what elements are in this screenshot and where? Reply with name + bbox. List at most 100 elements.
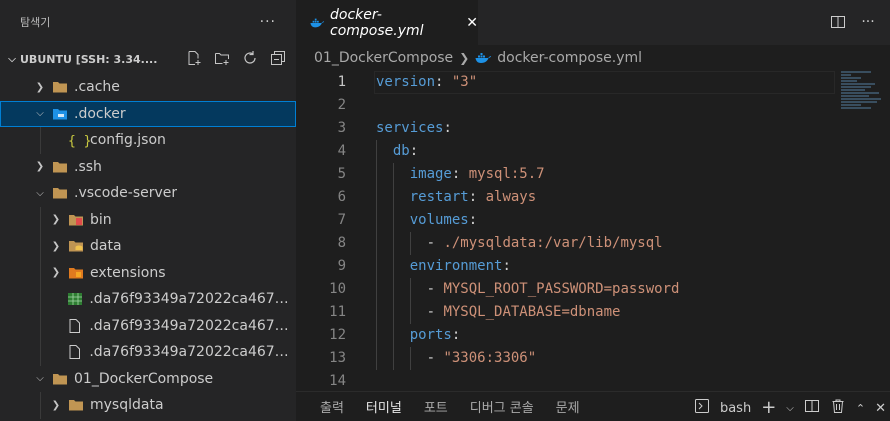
yaml-value: "3306:3306" [443, 350, 537, 366]
docker-whale-icon [475, 53, 492, 63]
code-line-content: - ./mysqldata:/var/lib/mysql [376, 232, 663, 255]
data-folder-icon [68, 239, 84, 253]
panel-tabs: 출력 터미널 포트 디버그 콘솔 문제 bash + ⌵ ⌃ ✕ [296, 391, 890, 421]
yaml-key: services [376, 120, 444, 136]
close-panel-icon[interactable]: ✕ [875, 401, 886, 416]
code-line-content: ports: [376, 324, 461, 347]
yaml-punct: - [376, 350, 444, 366]
yaml-value: always [485, 189, 537, 205]
docker-folder-icon [52, 107, 68, 121]
yaml-punct [376, 189, 410, 205]
yaml-key: version [376, 74, 436, 90]
add-terminal-icon[interactable]: + [761, 399, 776, 417]
yaml-value: "3" [451, 74, 478, 90]
minimap[interactable] [841, 71, 881, 121]
tab-output[interactable]: 출력 [320, 397, 344, 416]
yaml-value: ./mysqldata:/var/lib/mysql [443, 235, 663, 251]
line-number: 9 [337, 258, 346, 274]
tab-terminal[interactable]: 터미널 [366, 397, 402, 416]
tree-item[interactable]: .da76f93349a72022ca4670c... [0, 339, 296, 366]
new-file-icon[interactable] [186, 50, 202, 66]
chevron-down-icon[interactable]: ⌵ [786, 403, 794, 414]
code-line: 4 db: [296, 140, 890, 163]
tree-item[interactable]: ⌵ .docker [0, 100, 296, 127]
json-file-icon: { } [68, 134, 92, 150]
file-icon [67, 318, 83, 333]
yaml-punct: - [376, 281, 444, 297]
tree-item[interactable]: ❯ bin [0, 206, 296, 233]
line-number: 8 [337, 235, 346, 251]
code-line: 2 [296, 94, 890, 117]
workspace-root[interactable]: ⌵ UBUNTU [SSH: 3.34.... [0, 44, 296, 74]
tree-item[interactable]: { } config.json [0, 127, 296, 154]
indent-guide [40, 259, 41, 286]
tab-debug-console[interactable]: 디버그 콘솔 [470, 397, 534, 416]
breadcrumb-file[interactable]: docker-compose.yml [497, 50, 642, 66]
more-actions-icon[interactable]: ··· [860, 14, 876, 30]
chevron-down-icon: ⌵ [36, 187, 44, 199]
terminal-icon [694, 398, 710, 418]
code-line-content: - MYSQL_DATABASE=dbname [376, 301, 621, 324]
line-number: 7 [337, 212, 346, 228]
yaml-value: MYSQL_ROOT_PASSWORD=password [443, 281, 680, 297]
code-line: 10 - MYSQL_ROOT_PASSWORD=password [296, 278, 890, 301]
line-number: 2 [337, 97, 346, 113]
folder-icon [68, 398, 84, 412]
folder-icon [52, 160, 68, 174]
yaml-punct: : [443, 120, 452, 136]
code-line-content: services: [376, 117, 452, 140]
yaml-punct: : [451, 327, 461, 343]
code-line: 5 image: mysql:5.7 [296, 163, 890, 186]
chevron-right-icon: ❯ [35, 161, 45, 173]
more-actions-icon[interactable]: ··· [260, 14, 276, 30]
tree-item-label: 01_DockerCompose [74, 370, 214, 387]
code-line-content: db: [376, 140, 418, 163]
yaml-punct [376, 212, 410, 228]
tab-problems[interactable]: 문제 [556, 397, 580, 416]
line-number: 13 [329, 350, 346, 366]
split-editor-icon[interactable] [830, 14, 846, 30]
tab-docker-compose[interactable]: docker-compose.yml ✕ [296, 0, 478, 45]
code-line: 3 services: [296, 117, 890, 140]
code-editor[interactable]: 1 version: "3" 2 3 services: 4 db: 5 image: my… [296, 71, 890, 391]
new-folder-icon[interactable] [214, 50, 230, 66]
split-terminal-icon[interactable] [804, 398, 820, 418]
tree-item-label: .da76f93349a72022ca4670c... [89, 291, 296, 308]
yaml-punct: : [468, 189, 486, 205]
tree-item-label: .vscode-server [74, 185, 178, 202]
tree-item[interactable]: .da76f93349a72022ca4670c... [0, 312, 296, 339]
line-number: 5 [337, 166, 346, 182]
code-line: 9 environment: [296, 255, 890, 278]
indent-guide [40, 339, 41, 366]
tab-ports[interactable]: 포트 [424, 397, 448, 416]
explorer-sidebar: 탐색기 ··· ⌵ UBUNTU [SSH: 3.34.... ❯ .cache ⌵… [0, 0, 296, 421]
close-tab-icon[interactable]: ✕ [466, 15, 478, 31]
maximize-panel-icon[interactable]: ⌃ [856, 402, 865, 415]
tree-item[interactable]: ❯ extensions [0, 259, 296, 286]
refresh-icon[interactable] [242, 50, 258, 66]
indent-guide [40, 127, 41, 154]
file-tree: ❯ .cache ⌵ .docker { } config.json ❯ .ssh ⌵ .vsco… [0, 74, 296, 419]
tree-item[interactable]: ❯ .cache [0, 74, 296, 101]
indent-guide [40, 312, 41, 339]
tree-item[interactable]: .da76f93349a72022ca4670c... [0, 286, 296, 313]
shell-label[interactable]: bash [720, 401, 751, 416]
tree-item-label: .docker [74, 105, 126, 122]
code-line: 1 version: "3" [296, 71, 890, 94]
trash-icon[interactable] [830, 398, 846, 418]
yaml-value: MYSQL_DATABASE=dbname [443, 304, 621, 320]
tree-item[interactable]: ❯ mysqldata [0, 392, 296, 419]
code-line: 11 - MYSQL_DATABASE=dbname [296, 301, 890, 324]
tree-item[interactable]: ❯ .ssh [0, 154, 296, 181]
tree-item[interactable]: ⌵ .vscode-server [0, 180, 296, 207]
tree-item-label: bin [90, 211, 112, 228]
collapse-all-icon[interactable] [270, 50, 286, 66]
yaml-punct: : [409, 143, 419, 159]
tree-item[interactable]: ⌵ 01_DockerCompose [0, 366, 296, 393]
tree-item[interactable]: ❯ data [0, 233, 296, 260]
breadcrumb-folder[interactable]: 01_DockerCompose [314, 50, 453, 66]
code-line: 8 - ./mysqldata:/var/lib/mysql [296, 232, 890, 255]
folder-icon [52, 80, 68, 94]
explorer-title: 탐색기 ··· [0, 0, 296, 44]
explorer-title-label: 탐색기 [20, 16, 51, 29]
